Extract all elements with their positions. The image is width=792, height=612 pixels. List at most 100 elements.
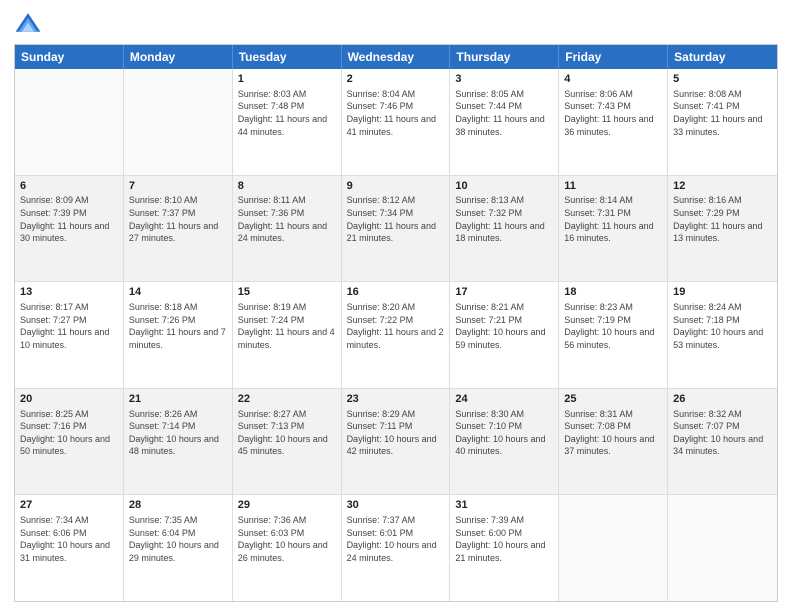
cell-info: Sunrise: 8:06 AM Sunset: 7:43 PM Dayligh… (564, 88, 662, 138)
day-number: 1 (238, 72, 336, 87)
cell-info: Sunrise: 8:14 AM Sunset: 7:31 PM Dayligh… (564, 194, 662, 244)
logo (14, 10, 46, 38)
cell-info: Sunrise: 8:10 AM Sunset: 7:37 PM Dayligh… (129, 194, 227, 244)
calendar-cell: 11Sunrise: 8:14 AM Sunset: 7:31 PM Dayli… (559, 176, 668, 282)
cell-info: Sunrise: 8:19 AM Sunset: 7:24 PM Dayligh… (238, 301, 336, 351)
cell-info: Sunrise: 8:03 AM Sunset: 7:48 PM Dayligh… (238, 88, 336, 138)
cell-info: Sunrise: 8:09 AM Sunset: 7:39 PM Dayligh… (20, 194, 118, 244)
day-number: 23 (347, 392, 445, 407)
cell-info: Sunrise: 8:05 AM Sunset: 7:44 PM Dayligh… (455, 88, 553, 138)
day-number: 8 (238, 179, 336, 194)
cell-info: Sunrise: 8:31 AM Sunset: 7:08 PM Dayligh… (564, 408, 662, 458)
day-number: 26 (673, 392, 772, 407)
day-number: 22 (238, 392, 336, 407)
cell-info: Sunrise: 8:04 AM Sunset: 7:46 PM Dayligh… (347, 88, 445, 138)
day-number: 4 (564, 72, 662, 87)
day-number: 19 (673, 285, 772, 300)
day-number: 9 (347, 179, 445, 194)
calendar-cell: 31Sunrise: 7:39 AM Sunset: 6:00 PM Dayli… (450, 495, 559, 601)
header (14, 10, 778, 38)
day-number: 24 (455, 392, 553, 407)
cell-info: Sunrise: 7:39 AM Sunset: 6:00 PM Dayligh… (455, 514, 553, 564)
calendar: SundayMondayTuesdayWednesdayThursdayFrid… (14, 44, 778, 602)
calendar-cell: 2Sunrise: 8:04 AM Sunset: 7:46 PM Daylig… (342, 69, 451, 175)
weekday-header-friday: Friday (559, 45, 668, 69)
cell-info: Sunrise: 8:17 AM Sunset: 7:27 PM Dayligh… (20, 301, 118, 351)
day-number: 29 (238, 498, 336, 513)
day-number: 20 (20, 392, 118, 407)
cell-info: Sunrise: 8:25 AM Sunset: 7:16 PM Dayligh… (20, 408, 118, 458)
calendar-cell: 18Sunrise: 8:23 AM Sunset: 7:19 PM Dayli… (559, 282, 668, 388)
weekday-header-monday: Monday (124, 45, 233, 69)
cell-info: Sunrise: 8:26 AM Sunset: 7:14 PM Dayligh… (129, 408, 227, 458)
calendar-cell: 20Sunrise: 8:25 AM Sunset: 7:16 PM Dayli… (15, 389, 124, 495)
cell-info: Sunrise: 8:11 AM Sunset: 7:36 PM Dayligh… (238, 194, 336, 244)
generalblue-icon (14, 10, 42, 38)
cell-info: Sunrise: 8:30 AM Sunset: 7:10 PM Dayligh… (455, 408, 553, 458)
calendar-cell: 27Sunrise: 7:34 AM Sunset: 6:06 PM Dayli… (15, 495, 124, 601)
calendar-cell: 24Sunrise: 8:30 AM Sunset: 7:10 PM Dayli… (450, 389, 559, 495)
calendar-row-3: 13Sunrise: 8:17 AM Sunset: 7:27 PM Dayli… (15, 281, 777, 388)
calendar-cell: 28Sunrise: 7:35 AM Sunset: 6:04 PM Dayli… (124, 495, 233, 601)
day-number: 2 (347, 72, 445, 87)
calendar-row-5: 27Sunrise: 7:34 AM Sunset: 6:06 PM Dayli… (15, 494, 777, 601)
day-number: 21 (129, 392, 227, 407)
weekday-header-saturday: Saturday (668, 45, 777, 69)
cell-info: Sunrise: 8:13 AM Sunset: 7:32 PM Dayligh… (455, 194, 553, 244)
cell-info: Sunrise: 8:21 AM Sunset: 7:21 PM Dayligh… (455, 301, 553, 351)
day-number: 28 (129, 498, 227, 513)
calendar-cell: 10Sunrise: 8:13 AM Sunset: 7:32 PM Dayli… (450, 176, 559, 282)
day-number: 11 (564, 179, 662, 194)
weekday-header-sunday: Sunday (15, 45, 124, 69)
day-number: 25 (564, 392, 662, 407)
calendar-cell: 5Sunrise: 8:08 AM Sunset: 7:41 PM Daylig… (668, 69, 777, 175)
calendar-cell (668, 495, 777, 601)
day-number: 27 (20, 498, 118, 513)
cell-info: Sunrise: 8:24 AM Sunset: 7:18 PM Dayligh… (673, 301, 772, 351)
calendar-cell: 15Sunrise: 8:19 AM Sunset: 7:24 PM Dayli… (233, 282, 342, 388)
calendar-cell: 30Sunrise: 7:37 AM Sunset: 6:01 PM Dayli… (342, 495, 451, 601)
calendar-cell: 14Sunrise: 8:18 AM Sunset: 7:26 PM Dayli… (124, 282, 233, 388)
calendar-row-4: 20Sunrise: 8:25 AM Sunset: 7:16 PM Dayli… (15, 388, 777, 495)
cell-info: Sunrise: 8:16 AM Sunset: 7:29 PM Dayligh… (673, 194, 772, 244)
day-number: 12 (673, 179, 772, 194)
cell-info: Sunrise: 8:12 AM Sunset: 7:34 PM Dayligh… (347, 194, 445, 244)
calendar-cell: 6Sunrise: 8:09 AM Sunset: 7:39 PM Daylig… (15, 176, 124, 282)
calendar-cell: 21Sunrise: 8:26 AM Sunset: 7:14 PM Dayli… (124, 389, 233, 495)
calendar-row-1: 1Sunrise: 8:03 AM Sunset: 7:48 PM Daylig… (15, 69, 777, 175)
cell-info: Sunrise: 8:27 AM Sunset: 7:13 PM Dayligh… (238, 408, 336, 458)
day-number: 17 (455, 285, 553, 300)
day-number: 16 (347, 285, 445, 300)
day-number: 5 (673, 72, 772, 87)
calendar-cell (124, 69, 233, 175)
day-number: 31 (455, 498, 553, 513)
calendar-cell: 16Sunrise: 8:20 AM Sunset: 7:22 PM Dayli… (342, 282, 451, 388)
day-number: 30 (347, 498, 445, 513)
calendar-body: 1Sunrise: 8:03 AM Sunset: 7:48 PM Daylig… (15, 69, 777, 601)
cell-info: Sunrise: 7:34 AM Sunset: 6:06 PM Dayligh… (20, 514, 118, 564)
calendar-cell: 7Sunrise: 8:10 AM Sunset: 7:37 PM Daylig… (124, 176, 233, 282)
calendar-cell (559, 495, 668, 601)
cell-info: Sunrise: 8:20 AM Sunset: 7:22 PM Dayligh… (347, 301, 445, 351)
calendar-cell: 3Sunrise: 8:05 AM Sunset: 7:44 PM Daylig… (450, 69, 559, 175)
day-number: 6 (20, 179, 118, 194)
calendar-cell: 8Sunrise: 8:11 AM Sunset: 7:36 PM Daylig… (233, 176, 342, 282)
day-number: 10 (455, 179, 553, 194)
cell-info: Sunrise: 8:08 AM Sunset: 7:41 PM Dayligh… (673, 88, 772, 138)
day-number: 3 (455, 72, 553, 87)
day-number: 15 (238, 285, 336, 300)
calendar-cell: 4Sunrise: 8:06 AM Sunset: 7:43 PM Daylig… (559, 69, 668, 175)
cell-info: Sunrise: 8:29 AM Sunset: 7:11 PM Dayligh… (347, 408, 445, 458)
weekday-header-thursday: Thursday (450, 45, 559, 69)
cell-info: Sunrise: 8:18 AM Sunset: 7:26 PM Dayligh… (129, 301, 227, 351)
calendar-cell: 1Sunrise: 8:03 AM Sunset: 7:48 PM Daylig… (233, 69, 342, 175)
day-number: 7 (129, 179, 227, 194)
day-number: 14 (129, 285, 227, 300)
weekday-header-tuesday: Tuesday (233, 45, 342, 69)
calendar-cell: 19Sunrise: 8:24 AM Sunset: 7:18 PM Dayli… (668, 282, 777, 388)
cell-info: Sunrise: 7:35 AM Sunset: 6:04 PM Dayligh… (129, 514, 227, 564)
cell-info: Sunrise: 8:32 AM Sunset: 7:07 PM Dayligh… (673, 408, 772, 458)
day-number: 18 (564, 285, 662, 300)
calendar-cell (15, 69, 124, 175)
calendar-cell: 26Sunrise: 8:32 AM Sunset: 7:07 PM Dayli… (668, 389, 777, 495)
